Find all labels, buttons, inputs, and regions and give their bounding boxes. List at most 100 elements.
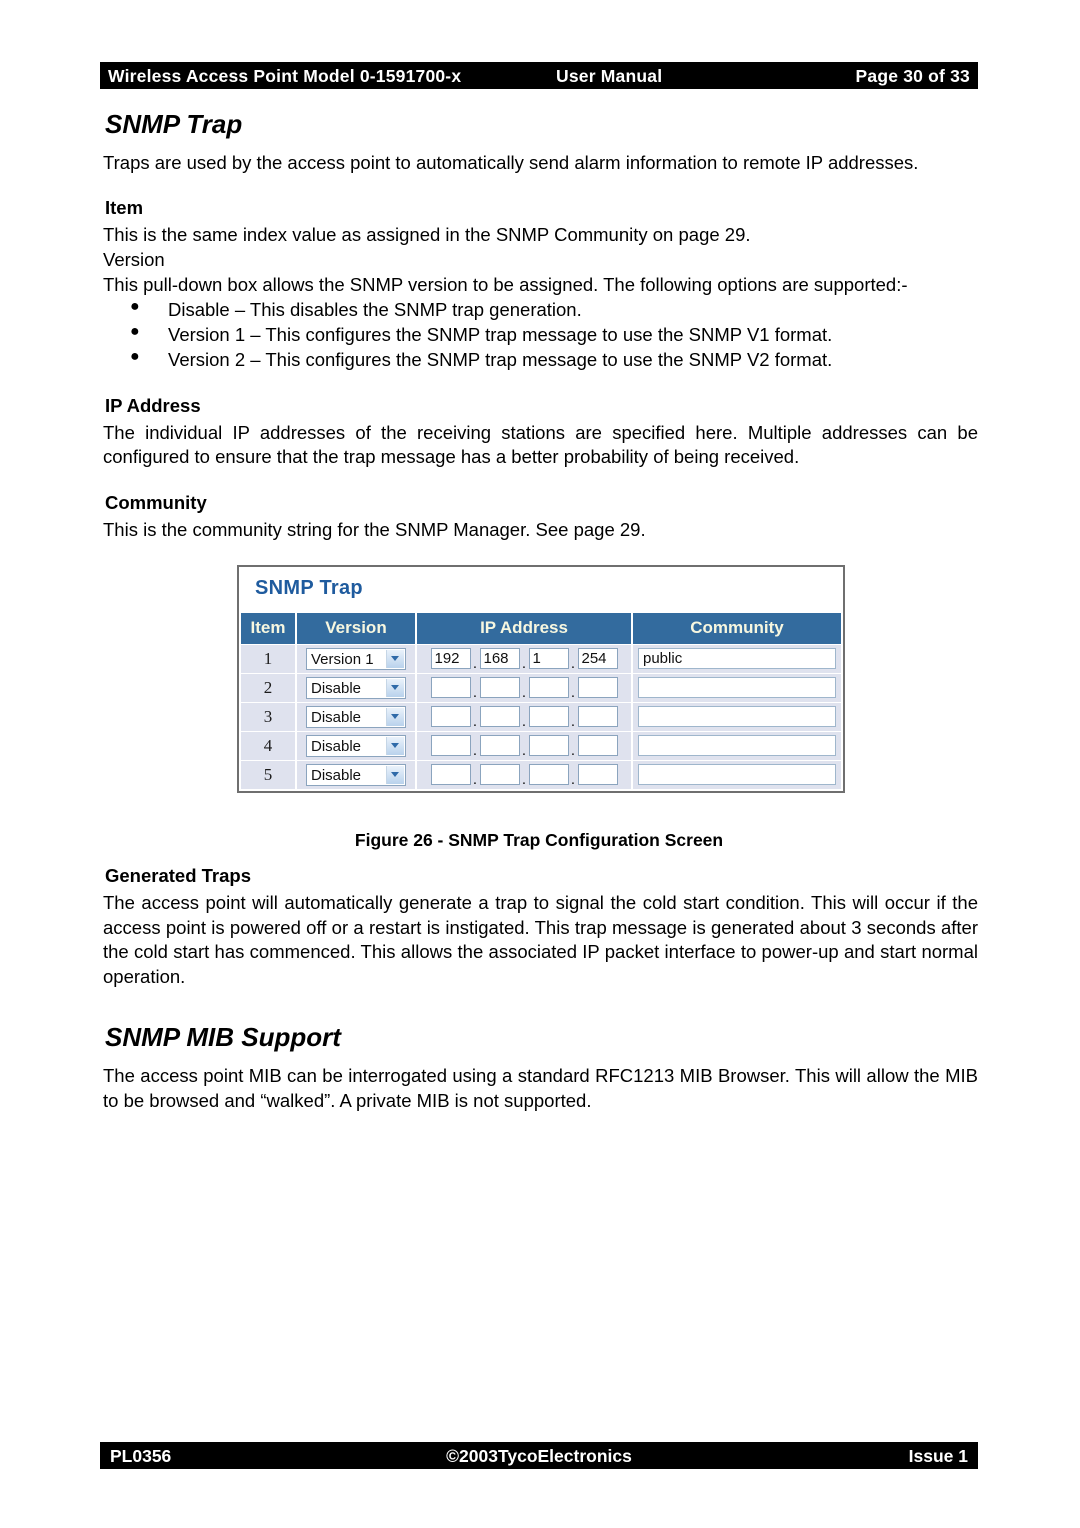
row-index-value: 1 bbox=[263, 648, 273, 668]
column-header-item: Item bbox=[241, 612, 295, 644]
version-cell: Disable bbox=[297, 731, 415, 760]
ip-separator: . bbox=[570, 655, 576, 673]
footer-copyright: ©2003TycoElectronics bbox=[446, 1446, 632, 1466]
row-index-value: 3 bbox=[263, 706, 273, 726]
ip-octet-group: ... bbox=[430, 764, 618, 789]
list-item: ● Version 2 – This configures the SNMP tr… bbox=[100, 347, 978, 372]
version-select-value: Disable bbox=[311, 737, 362, 755]
version-description: This pull-down box allows the SNMP versi… bbox=[103, 273, 908, 295]
ip-octet-1-input[interactable] bbox=[430, 677, 471, 699]
column-header-version: Version bbox=[297, 612, 415, 644]
snmp-trap-intro-paragraph: Traps are used by the access point to au… bbox=[103, 151, 919, 173]
version-cell: Version 1 bbox=[297, 644, 415, 673]
page-content: SNMP Trap Traps are used by the access p… bbox=[100, 110, 978, 1113]
ip-octet-1-input[interactable] bbox=[430, 764, 471, 786]
ip-octet-3-input[interactable] bbox=[528, 706, 569, 728]
bullet-icon: ● bbox=[130, 323, 140, 341]
ip-octet-2-input[interactable] bbox=[479, 735, 520, 757]
community-input[interactable] bbox=[638, 706, 836, 728]
chevron-down-icon[interactable] bbox=[386, 707, 404, 726]
ip-octet-3-input[interactable]: 1 bbox=[528, 648, 569, 670]
version-select-value: Disable bbox=[311, 679, 362, 697]
footer-issue: Issue 1 bbox=[908, 1446, 968, 1466]
ip-separator: . bbox=[472, 655, 478, 673]
ip-separator: . bbox=[570, 742, 576, 760]
ip-separator: . bbox=[472, 771, 478, 789]
community-cell bbox=[633, 673, 841, 702]
community-input[interactable] bbox=[638, 735, 836, 757]
ip-octet-4-input[interactable] bbox=[577, 677, 618, 699]
list-item: ● Disable – This disables the SNMP trap g… bbox=[100, 297, 978, 322]
subheading-ip-address: IP Address bbox=[105, 394, 201, 416]
table-row: 4 Disable ... bbox=[241, 731, 841, 760]
ip-octet-group: ... bbox=[430, 706, 618, 731]
ip-address-cell: ... bbox=[417, 673, 631, 702]
version-select-value: Version 1 bbox=[311, 650, 374, 668]
ip-octet-group: ... bbox=[430, 677, 618, 702]
table-header-row: Item Version IP Address Community bbox=[241, 612, 841, 644]
version-select[interactable]: Disable bbox=[306, 705, 406, 728]
chevron-down-icon[interactable] bbox=[386, 649, 404, 668]
version-select[interactable]: Disable bbox=[306, 763, 406, 786]
community-input[interactable] bbox=[638, 677, 836, 699]
subheading-item: Item bbox=[105, 197, 144, 219]
ip-octet-1-input[interactable] bbox=[430, 706, 471, 728]
ip-octet-3-input[interactable] bbox=[528, 677, 569, 699]
ip-octet-1-input[interactable]: 192 bbox=[430, 648, 471, 670]
ip-separator: . bbox=[472, 742, 478, 760]
chevron-down-icon[interactable] bbox=[386, 765, 404, 784]
community-cell: public bbox=[633, 644, 841, 673]
ip-address-cell: ... bbox=[417, 702, 631, 731]
ip-separator: . bbox=[521, 713, 527, 731]
version-select[interactable]: Disable bbox=[306, 734, 406, 757]
panel-title: SNMP Trap bbox=[239, 566, 843, 612]
ip-octet-1-input[interactable] bbox=[430, 735, 471, 757]
snmp-trap-table: Item Version IP Address Community 1 Vers… bbox=[239, 611, 843, 790]
chevron-down-icon[interactable] bbox=[386, 736, 404, 755]
version-select[interactable]: Version 1 bbox=[306, 647, 406, 670]
ip-separator: . bbox=[570, 771, 576, 789]
running-header: Wireless Access Point Model 0-1591700-x … bbox=[100, 62, 978, 89]
column-header-ip-address: IP Address bbox=[417, 612, 631, 644]
version-select-value: Disable bbox=[311, 766, 362, 784]
row-index-cell: 5 bbox=[241, 760, 295, 789]
ip-separator: . bbox=[521, 684, 527, 702]
table-row: 3 Disable ... bbox=[241, 702, 841, 731]
header-doc-type: User Manual bbox=[556, 66, 663, 86]
ip-octet-4-input[interactable] bbox=[577, 764, 618, 786]
column-header-community: Community bbox=[633, 612, 841, 644]
ip-octet-2-input[interactable] bbox=[479, 677, 520, 699]
community-cell bbox=[633, 731, 841, 760]
row-index-cell: 1 bbox=[241, 644, 295, 673]
snmp-mib-description: The access point MIB can be interrogated… bbox=[103, 1064, 978, 1111]
version-cell: Disable bbox=[297, 760, 415, 789]
ip-octet-3-input[interactable] bbox=[528, 764, 569, 786]
ip-octet-2-input[interactable] bbox=[479, 706, 520, 728]
ip-octet-2-input[interactable] bbox=[479, 764, 520, 786]
chevron-down-icon[interactable] bbox=[386, 678, 404, 697]
ip-separator: . bbox=[521, 742, 527, 760]
figure-caption: Figure 26 - SNMP Trap Configuration Scre… bbox=[354, 829, 724, 850]
community-input[interactable] bbox=[638, 764, 836, 786]
ip-octet-3-input[interactable] bbox=[528, 735, 569, 757]
ip-address-cell: 192. 168. 1. 254 bbox=[417, 644, 631, 673]
version-select-value: Disable bbox=[311, 708, 362, 726]
row-index-value: 5 bbox=[263, 764, 273, 784]
ip-octet-4-input[interactable] bbox=[577, 735, 618, 757]
ip-separator: . bbox=[472, 713, 478, 731]
row-index-cell: 4 bbox=[241, 731, 295, 760]
version-cell: Disable bbox=[297, 702, 415, 731]
ip-separator: . bbox=[570, 713, 576, 731]
ip-separator: . bbox=[472, 684, 478, 702]
ip-separator: . bbox=[570, 684, 576, 702]
version-select[interactable]: Disable bbox=[306, 676, 406, 699]
ip-octet-group: ... bbox=[430, 735, 618, 760]
community-input[interactable]: public bbox=[638, 648, 836, 670]
generated-traps-description: The access point will automatically gene… bbox=[103, 891, 978, 987]
item-description: This is the same index value as assigned… bbox=[103, 224, 751, 246]
ip-octet-4-input[interactable]: 254 bbox=[577, 648, 618, 670]
ip-address-cell: ... bbox=[417, 760, 631, 789]
ip-octet-2-input[interactable]: 168 bbox=[479, 648, 520, 670]
ip-octet-4-input[interactable] bbox=[577, 706, 618, 728]
subheading-community: Community bbox=[105, 492, 207, 513]
